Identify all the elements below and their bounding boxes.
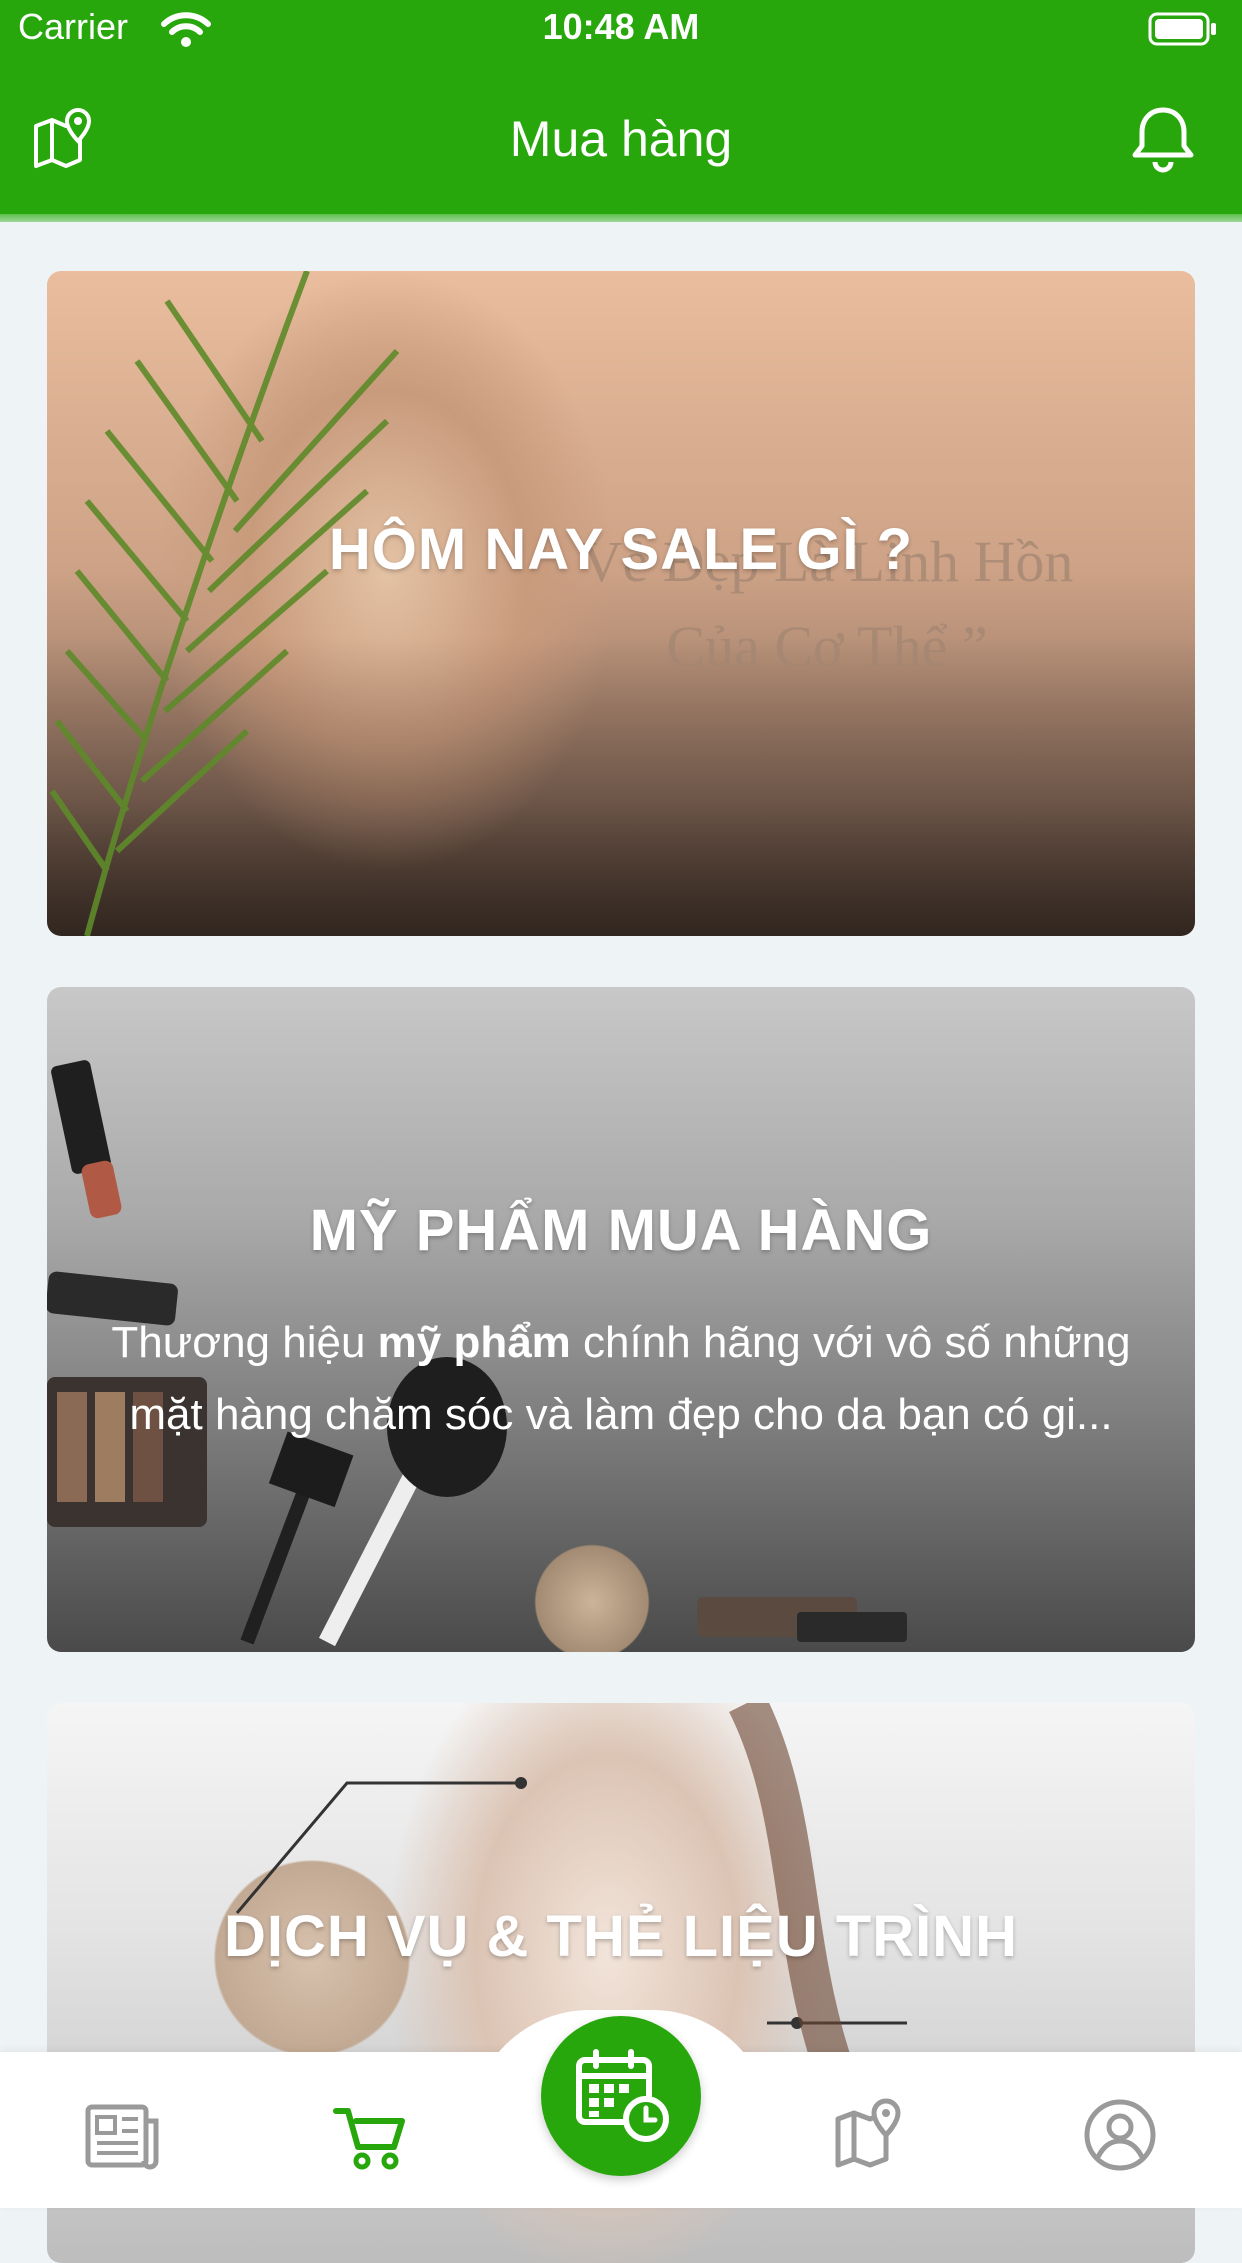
bell-icon[interactable] [1128, 104, 1198, 174]
card-title: MỸ PHẨM MUA HÀNG [309, 1198, 933, 1263]
booking-fab-button[interactable] [541, 2016, 701, 2176]
calendar-clock-icon [576, 2049, 669, 2142]
card-cosmetics[interactable]: MỸ PHẨM MUA HÀNG Thương hiệu mỹ phẩm chí… [47, 987, 1195, 1652]
card-todays-sale[interactable]: Vẻ Đẹp Là Linh Hồn Của Cơ Thể ” HÔM NAY … [47, 271, 1195, 936]
card-title: DỊCH VỤ & THẺ LIỆU TRÌNH [223, 1904, 1019, 1969]
palm-leaf-decoration: Vẻ Đẹp Là Linh Hồn Của Cơ Thể ” [49, 271, 1073, 936]
status-time: 10:48 AM [542, 6, 700, 47]
desc-prefix: Thương hiệu [111, 1318, 378, 1367]
image-caption-line2: Của Cơ Thể ” [666, 614, 987, 679]
news-icon[interactable] [82, 2095, 162, 2175]
user-icon[interactable] [1080, 2095, 1160, 2175]
card-description: Thương hiệu mỹ phẩm chính hãng với vô số… [87, 1307, 1155, 1451]
header-divider [0, 214, 1242, 222]
map-pin-icon[interactable] [832, 2095, 912, 2175]
desc-bold: mỹ phẩm [377, 1318, 571, 1367]
card-title: HÔM NAY SALE GÌ ? [328, 517, 914, 582]
page-title: Mua hàng [509, 111, 733, 167]
battery-icon [1148, 12, 1216, 46]
cart-icon[interactable] [332, 2095, 412, 2175]
